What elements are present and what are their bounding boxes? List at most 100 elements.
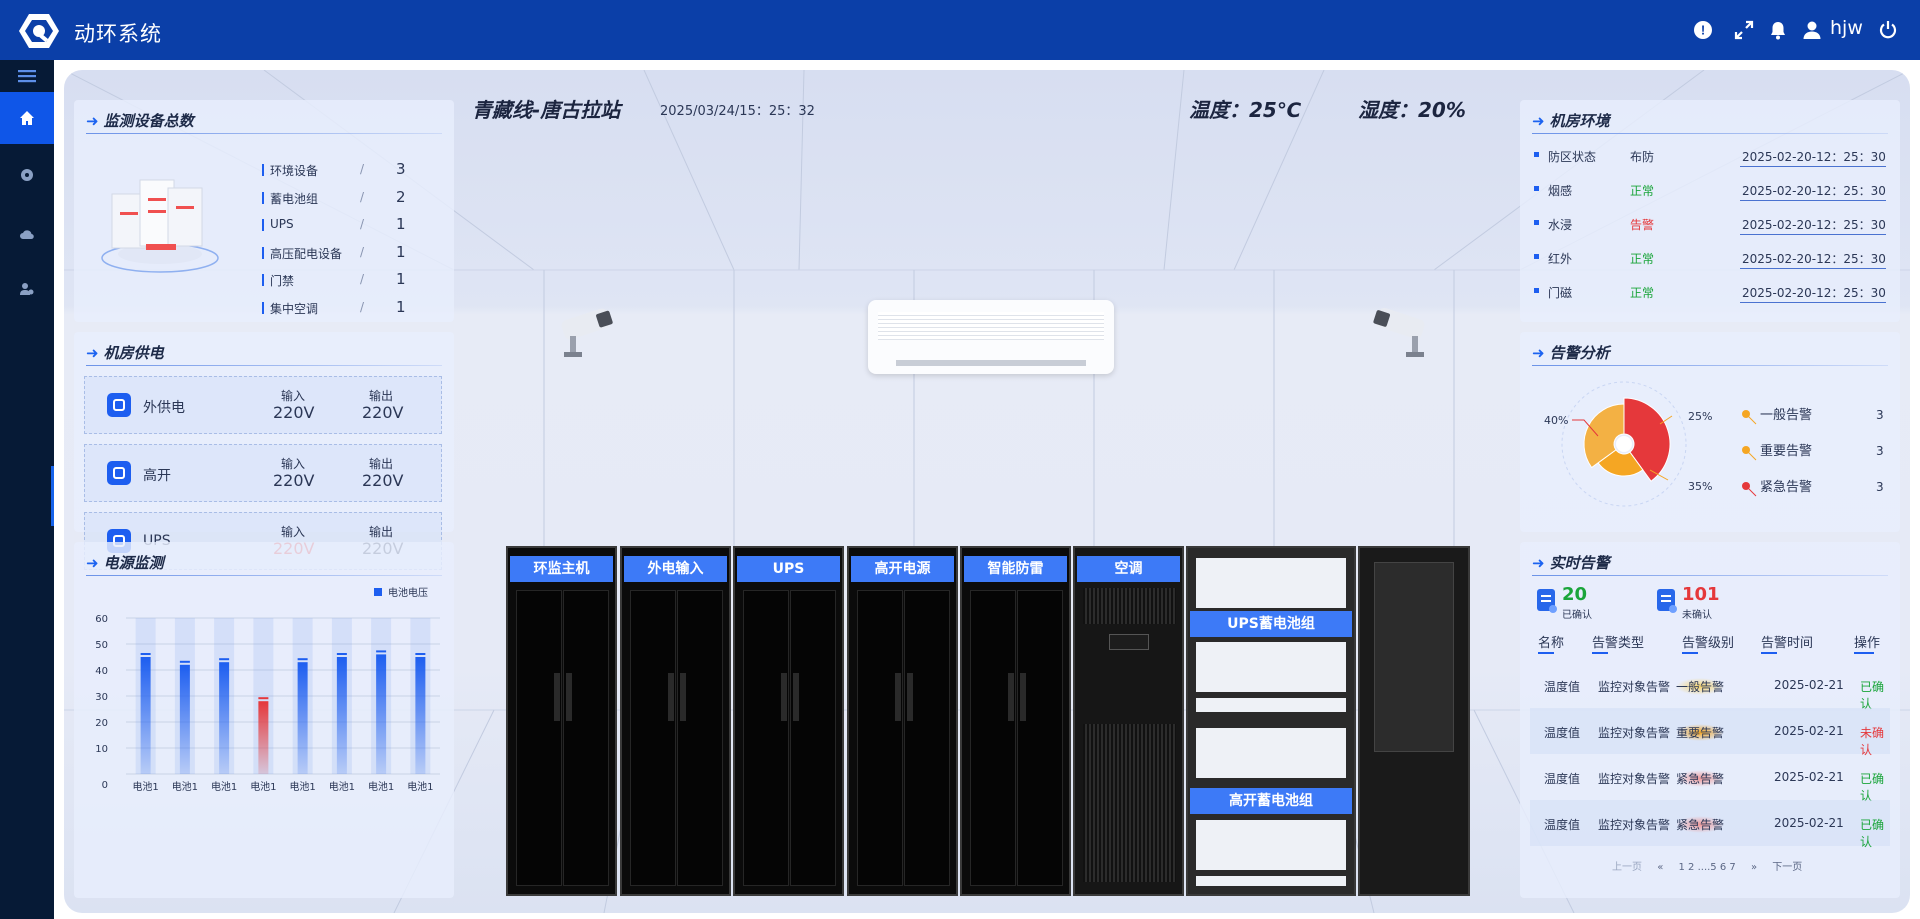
username[interactable]: hjw <box>1830 17 1863 39</box>
device-name: 集中空调 <box>270 301 319 316</box>
bar-cap <box>219 658 230 661</box>
pie-percent-label: 35% <box>1688 480 1712 493</box>
input-label: 输入 <box>281 525 306 539</box>
cabinet-door <box>630 590 676 886</box>
camera-icon <box>1373 308 1425 357</box>
server-cabinet[interactable]: 高开电源 <box>847 546 958 896</box>
confirmed-label: 已确认 <box>1562 610 1592 621</box>
door-handle <box>554 673 560 721</box>
page-next-link[interactable]: 下一页 <box>1772 862 1802 873</box>
device-separator: / <box>360 217 365 231</box>
unconfirmed-count: 101 <box>1682 584 1720 605</box>
ac-cabinet[interactable]: 空调 <box>1073 546 1184 896</box>
confirm-status[interactable]: 未确认 <box>1860 724 1890 758</box>
sidebar-item-cloud[interactable] <box>0 208 54 260</box>
env-item-time: 2025-02-20-12：25：30 <box>1742 184 1886 198</box>
env-row-divider <box>1740 200 1886 201</box>
confirm-status[interactable]: 已确认 <box>1860 770 1890 804</box>
env-item-name: 门磁 <box>1548 286 1573 300</box>
table-header-cell: 名称 <box>1538 636 1565 651</box>
confirm-status[interactable]: 已确认 <box>1860 678 1890 712</box>
arrow-icon: ➜ <box>1532 112 1545 130</box>
legend-label: 重要告警 <box>1760 443 1812 459</box>
arrow-icon: ➜ <box>86 112 99 130</box>
sidebar-item-monitor[interactable] <box>0 149 54 201</box>
rack-cabinet <box>1358 546 1470 896</box>
table-row[interactable]: 温度值 监控对象告警 重要告警 2025-02-21 未确认 <box>1530 708 1890 757</box>
alarm-analysis-panel: ➜ 告警分析 40% 25% 35% 一般告警 3 重要告警 3 紧急告警 3 <box>1520 332 1900 532</box>
table-header-cell: 告警时间 <box>1761 636 1814 651</box>
users-gear-icon <box>20 283 34 295</box>
unconfirmed-label: 未确认 <box>1682 610 1712 621</box>
page-prev-link[interactable]: 上一页 <box>1612 862 1642 873</box>
page-last-link[interactable]: » <box>1751 862 1757 873</box>
user-icon[interactable] <box>1801 19 1823 41</box>
env-row-divider <box>1740 268 1886 269</box>
camera-icon <box>561 308 613 357</box>
device-count: 3 <box>396 160 406 178</box>
battery-shelf <box>1196 728 1346 778</box>
input-label: 输入 <box>281 457 306 471</box>
door-handle <box>680 673 686 721</box>
table-row[interactable]: 温度值 监控对象告警 紧急告警 2025-02-21 已确认 <box>1530 800 1890 849</box>
y-tick-label: 50 <box>95 640 108 651</box>
env-item-status: 正常 <box>1630 252 1655 266</box>
table-cell: 监控对象告警 <box>1598 726 1671 740</box>
legend-line <box>1745 485 1757 497</box>
table-cell: 紧急告警 <box>1676 816 1725 833</box>
sidebar <box>0 60 54 919</box>
server-cabinet[interactable]: 智能防雷 <box>960 546 1071 896</box>
page-numbers[interactable]: 1 2 ....5 6 7 <box>1679 862 1736 873</box>
notification-bell-icon[interactable] <box>1767 19 1789 41</box>
bar-cap <box>415 653 426 655</box>
server-cabinet[interactable]: 环监主机 <box>506 546 617 896</box>
cabinet-door <box>677 590 723 886</box>
y-tick-label: 30 <box>95 692 108 703</box>
sidebar-item-home[interactable] <box>0 92 54 144</box>
pie-percent-label: 25% <box>1688 410 1712 423</box>
input-voltage: 220V <box>273 471 315 490</box>
confirmed-count: 20 <box>1562 584 1588 605</box>
env-item-status: 布防 <box>1630 150 1655 164</box>
power-source-icon <box>107 393 131 417</box>
table-cell: 监控对象告警 <box>1598 818 1671 832</box>
table-cell: 重要告警 <box>1676 724 1725 741</box>
confirm-status[interactable]: 已确认 <box>1860 816 1890 850</box>
table-row[interactable]: 温度值 监控对象告警 紧急告警 2025-02-21 已确认 <box>1530 754 1890 803</box>
device-marker <box>262 246 264 259</box>
cabinet-label: 外电输入 <box>624 556 727 582</box>
menu-toggle[interactable] <box>0 60 54 92</box>
fullscreen-icon[interactable] <box>1733 19 1755 41</box>
table-header-cell: 告警类型 <box>1592 636 1645 651</box>
bar-cap <box>336 653 347 655</box>
x-tick-label: 电池1 <box>329 780 355 793</box>
table-header-cell: 告警级别 <box>1682 636 1735 651</box>
voltage-panel: ➜ 电源监测 电池电压 0 10 20 30 40 50 60 电池1 电池1 电池1 电池1 电池1 电… <box>74 542 454 898</box>
bar <box>297 662 308 774</box>
bar <box>258 701 269 774</box>
help-icon[interactable]: ! <box>1692 19 1714 41</box>
table-cell: 2025-02-21 <box>1774 678 1844 692</box>
table-row[interactable]: 温度值 监控对象告警 一般告警 2025-02-21 已确认 <box>1530 662 1890 711</box>
table-cell: 温度值 <box>1544 680 1581 694</box>
bar <box>376 654 387 774</box>
output-label: 输出 <box>369 525 394 539</box>
device-separator: / <box>360 272 365 286</box>
main-area: 青藏线-唐古拉站 2025/03/24/15：25：32 温度：25℃ 湿度：2… <box>54 60 1920 919</box>
cabinet-door <box>790 590 836 886</box>
power-off-icon[interactable] <box>1877 19 1899 41</box>
temperature-readout: 温度：25℃ <box>1189 98 1302 122</box>
door-handle <box>907 673 913 721</box>
page-first-link[interactable]: « <box>1657 862 1663 873</box>
app-logo-icon <box>19 14 59 48</box>
server-cabinet[interactable]: UPS <box>733 546 844 896</box>
bar <box>140 657 151 774</box>
battery-shelf <box>1196 876 1346 886</box>
bar <box>336 657 347 774</box>
arrow-icon: ➜ <box>86 344 99 362</box>
y-tick-label: 40 <box>95 666 108 677</box>
battery-shelf <box>1196 558 1346 608</box>
unconfirmed-doc-icon <box>1657 589 1677 613</box>
sidebar-item-settings[interactable] <box>0 263 54 315</box>
server-cabinet[interactable]: 外电输入 <box>620 546 731 896</box>
